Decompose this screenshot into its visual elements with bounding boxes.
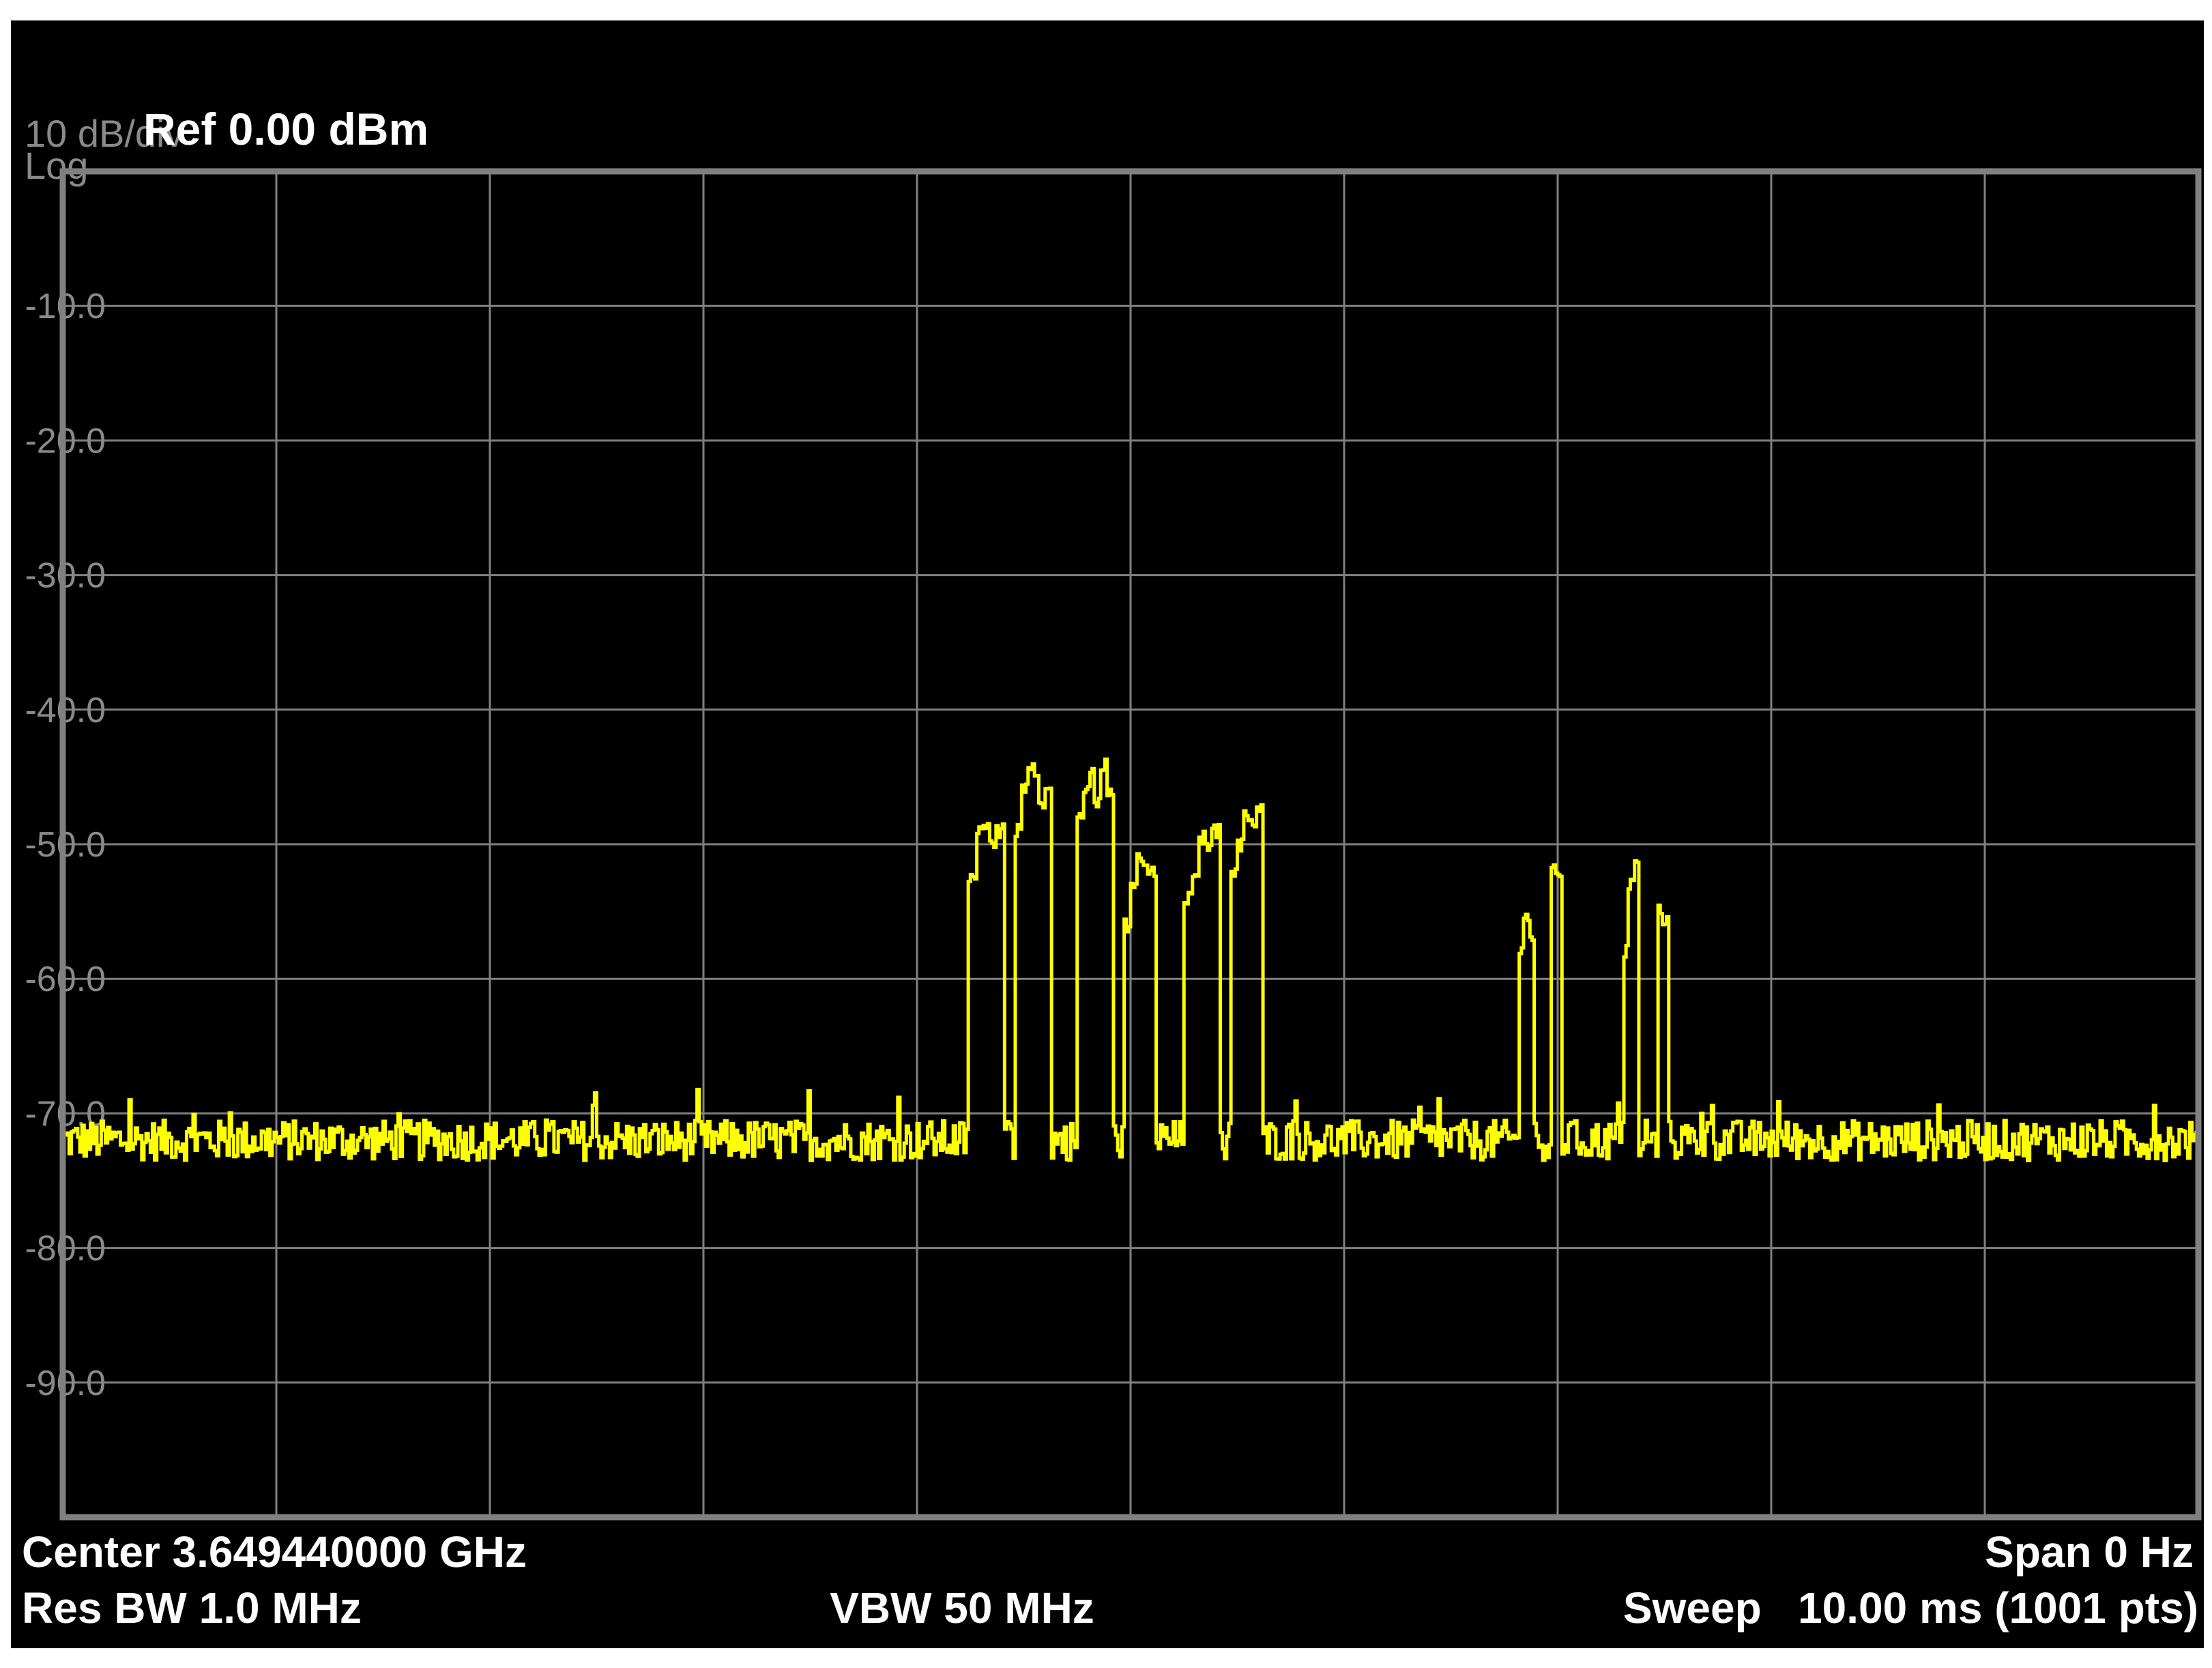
scale-type: Log [25,144,88,187]
display-background [11,20,2204,1648]
sweep-time: Sweep 10.00 ms (1001 pts) [1623,1583,2198,1633]
span: Span 0 Hz [1985,1527,2194,1577]
center-frequency: Center 3.649440000 GHz [22,1527,527,1577]
video-bandwidth: VBW 50 MHz [830,1583,1094,1633]
resolution-bandwidth: Res BW 1.0 MHz [22,1583,362,1633]
spectrum-analyzer-screen: 10 dB/div Log Ref 0.00 dBm -10.0-20.0-30… [11,20,2204,1648]
reference-level: Ref 0.00 dBm [143,104,428,154]
